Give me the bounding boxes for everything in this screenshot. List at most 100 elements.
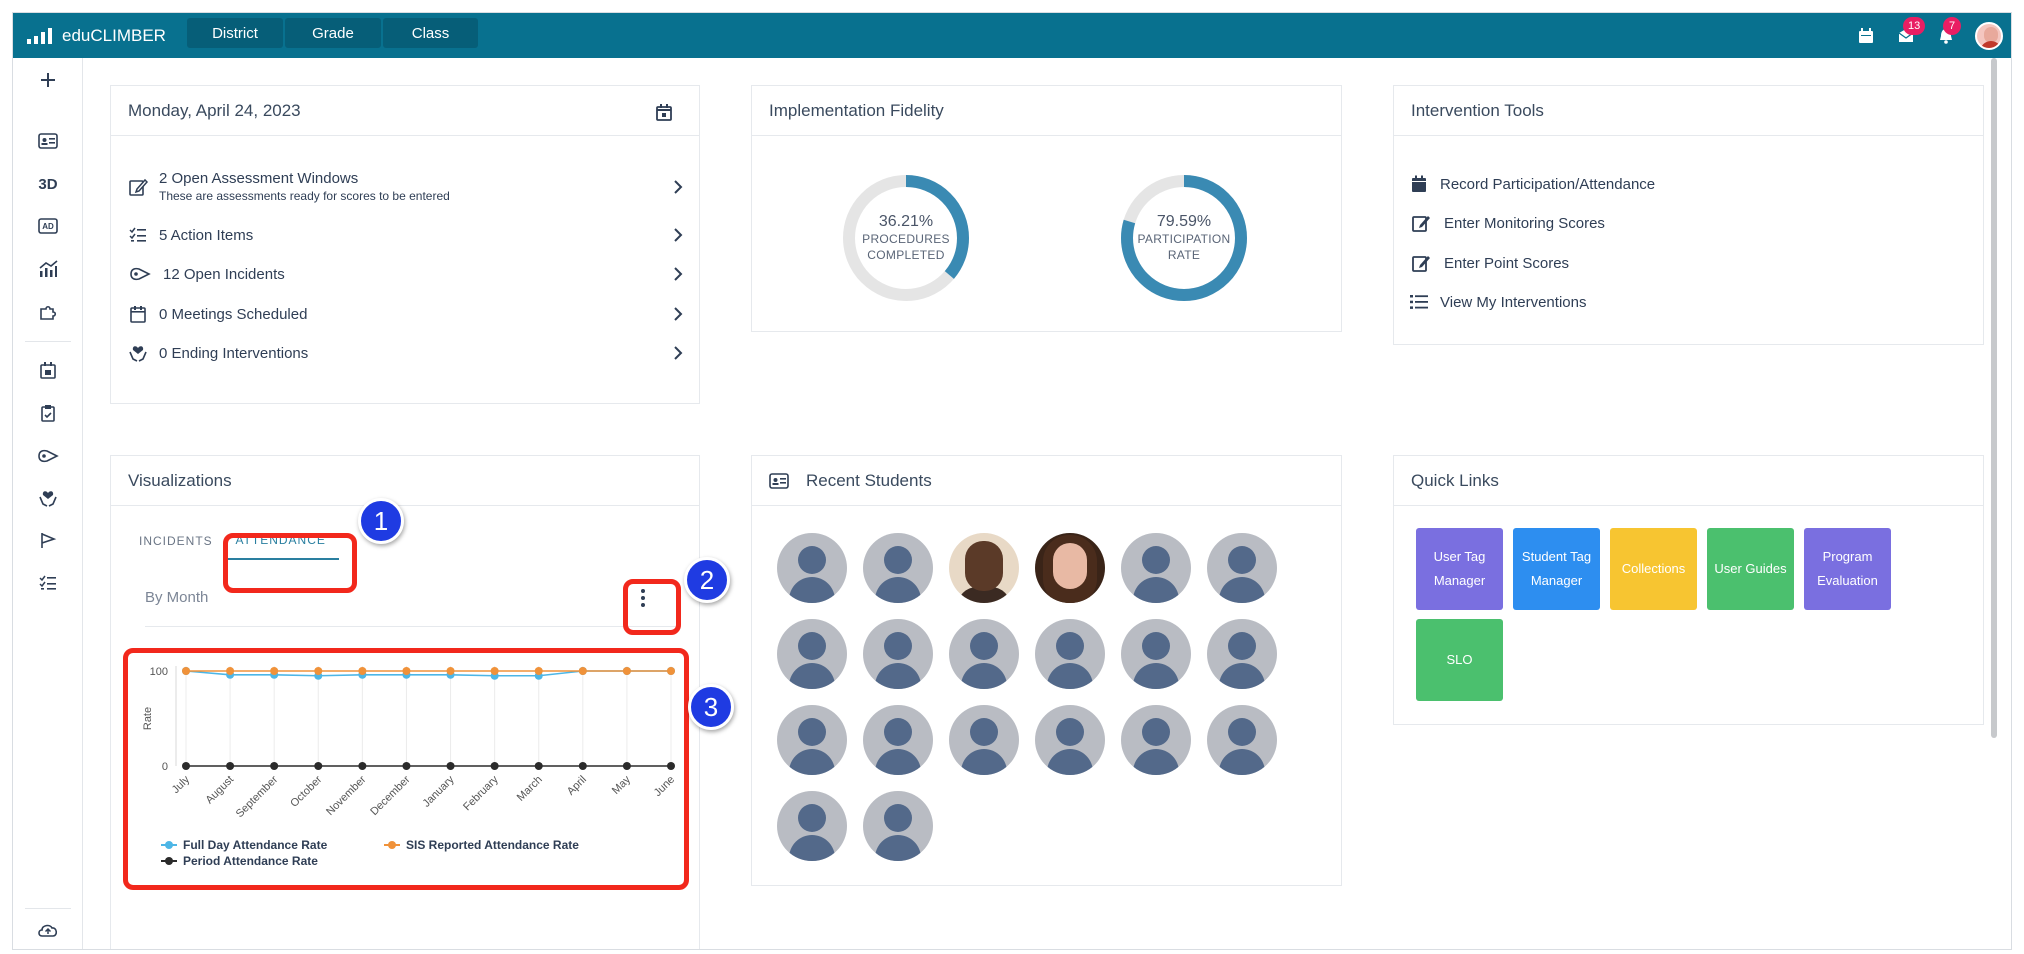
top-icons: 13 7 — [1855, 13, 2003, 58]
hands-heart-icon — [127, 342, 149, 364]
fidelity-card: Implementation Fidelity 36.21% PROCEDURE… — [751, 85, 1342, 332]
student-card-icon[interactable] — [13, 126, 83, 156]
tab-class[interactable]: Class — [383, 18, 478, 48]
tab-grade[interactable]: Grade — [285, 18, 381, 48]
enter-point-scores-link[interactable]: Enter Point Scores — [1410, 252, 1569, 274]
brand[interactable]: eduCLIMBER — [27, 13, 166, 58]
hands-heart-icon[interactable] — [13, 483, 83, 513]
today-card: Monday, April 24, 2023 2 Open Assessment… — [110, 85, 700, 404]
chevron-right-icon — [674, 179, 683, 194]
enter-monitoring-scores-link[interactable]: Enter Monitoring Scores — [1410, 212, 1605, 234]
student-avatar-placeholder[interactable] — [1207, 619, 1277, 689]
student-avatar-placeholder[interactable] — [863, 791, 933, 861]
add-icon[interactable] — [13, 65, 83, 95]
quicklink-program-evaluation[interactable]: Program Evaluation — [1804, 528, 1891, 610]
student-avatar-placeholder[interactable] — [777, 791, 847, 861]
action-items-row[interactable]: 5 Action Items — [127, 224, 683, 246]
intervention-tools-card: Intervention Tools Record Participation/… — [1393, 85, 1984, 345]
quicklink-user-tag-manager[interactable]: User Tag Manager — [1416, 528, 1503, 610]
student-avatar-placeholder[interactable] — [1035, 705, 1105, 775]
sidebar-divider — [25, 908, 71, 909]
ad-icon[interactable]: AD — [13, 211, 83, 241]
flag-icon[interactable] — [13, 525, 83, 555]
ending-interventions-row[interactable]: 0 Ending Interventions — [127, 342, 683, 364]
student-avatar-placeholder[interactable] — [863, 533, 933, 603]
student-avatar-placeholder[interactable] — [1035, 619, 1105, 689]
logo-icon — [27, 27, 52, 44]
student-avatar-placeholder[interactable] — [949, 619, 1019, 689]
today-card-header: Monday, April 24, 2023 — [111, 86, 699, 136]
callout-box-menu — [623, 579, 681, 635]
svg-text:AD: AD — [42, 222, 54, 231]
callout-2: 2 — [684, 557, 730, 603]
analytics-icon[interactable] — [13, 254, 83, 284]
puzzle-icon[interactable] — [13, 297, 83, 327]
enter-monitoring-scores-label: Enter Monitoring Scores — [1444, 214, 1605, 232]
donut-line2: COMPLETED — [867, 248, 945, 262]
calendar-icon[interactable] — [655, 103, 673, 121]
meetings-row[interactable]: 0 Meetings Scheduled — [127, 303, 683, 325]
student-photo[interactable] — [949, 533, 1019, 603]
callout-box-attendance-tab — [223, 533, 357, 593]
view-my-interventions-label: View My Interventions — [1440, 293, 1587, 311]
ending-interventions-label: 0 Ending Interventions — [159, 344, 309, 362]
open-assessments-row[interactable]: 2 Open Assessment Windows These are asse… — [127, 170, 683, 203]
record-participation-link[interactable]: Record Participation/Attendance — [1410, 173, 1655, 195]
quicklink-collections[interactable]: Collections — [1610, 528, 1697, 610]
quicklink-slo[interactable]: SLO — [1416, 619, 1503, 701]
participation-donut: 79.59% PARTICIPATION RATE — [1118, 172, 1250, 304]
meetings-label: 0 Meetings Scheduled — [159, 305, 308, 323]
chevron-right-icon — [674, 307, 683, 321]
enter-point-scores-label: Enter Point Scores — [1444, 254, 1570, 272]
student-avatar-placeholder[interactable] — [1207, 533, 1277, 603]
student-avatar-placeholder[interactable] — [863, 705, 933, 775]
incident-tag-icon — [127, 263, 153, 285]
student-avatar-placeholder[interactable] — [863, 619, 933, 689]
scrollbar-thumb[interactable] — [1991, 58, 1997, 738]
tab-incidents[interactable]: INCIDENTS — [129, 522, 223, 560]
view-my-interventions-link[interactable]: View My Interventions — [1410, 291, 1586, 313]
student-avatar-placeholder[interactable] — [777, 533, 847, 603]
open-incidents-row[interactable]: 12 Open Incidents — [127, 263, 683, 285]
chart-subtitle: By Month — [145, 589, 209, 606]
student-avatar-placeholder[interactable] — [777, 619, 847, 689]
cloud-upload-icon[interactable] — [13, 915, 83, 945]
student-avatar-placeholder[interactable] — [777, 705, 847, 775]
today-date: Monday, April 24, 2023 — [128, 100, 301, 120]
calendar-icon — [1410, 173, 1428, 195]
calendar-outline-icon — [127, 303, 149, 325]
student-avatar-placeholder[interactable] — [1121, 705, 1191, 775]
intervention-tools-title: Intervention Tools — [1394, 86, 1983, 136]
calendar-icon[interactable] — [1855, 25, 1877, 47]
mail-icon[interactable]: 13 — [1895, 16, 1926, 47]
sidebar: 3D AD — [13, 58, 83, 949]
clipboard-icon[interactable] — [13, 398, 83, 428]
callout-box-chart — [123, 648, 689, 890]
quicklink-user-guides[interactable]: User Guides — [1707, 528, 1794, 610]
checklist-icon[interactable] — [13, 568, 83, 598]
student-avatar-placeholder[interactable] — [1121, 533, 1191, 603]
incident-tag-icon[interactable] — [13, 441, 83, 471]
sidebar-divider — [25, 341, 71, 342]
donut-line1: PROCEDURES — [862, 232, 950, 246]
context-tabs: District Grade Class — [187, 18, 478, 48]
student-avatar-placeholder[interactable] — [1207, 705, 1277, 775]
student-avatar-placeholder[interactable] — [949, 705, 1019, 775]
action-items-label: 5 Action Items — [159, 226, 254, 244]
donut-label: 36.21% PROCEDURES COMPLETED — [840, 172, 972, 304]
visualizations-card: Visualizations INCIDENTS ATTENDANCE By M… — [110, 455, 734, 949]
student-photo[interactable] — [1035, 533, 1105, 603]
calendar-star-icon[interactable] — [13, 355, 83, 385]
tab-district[interactable]: District — [187, 18, 283, 48]
edit-icon — [1410, 212, 1432, 234]
sidebar-3d[interactable]: 3D — [13, 169, 83, 199]
bell-icon[interactable]: 7 — [1935, 16, 1961, 47]
chevron-right-icon — [674, 346, 683, 360]
donut-percent: 79.59% — [1156, 213, 1212, 230]
user-avatar[interactable] — [1975, 21, 2003, 50]
student-avatar-placeholder[interactable] — [1121, 619, 1191, 689]
recent-students-title: Recent Students — [806, 470, 932, 490]
quicklink-student-tag-manager[interactable]: Student Tag Manager — [1513, 528, 1600, 610]
chevron-right-icon — [674, 228, 683, 242]
list-icon — [1410, 291, 1428, 313]
